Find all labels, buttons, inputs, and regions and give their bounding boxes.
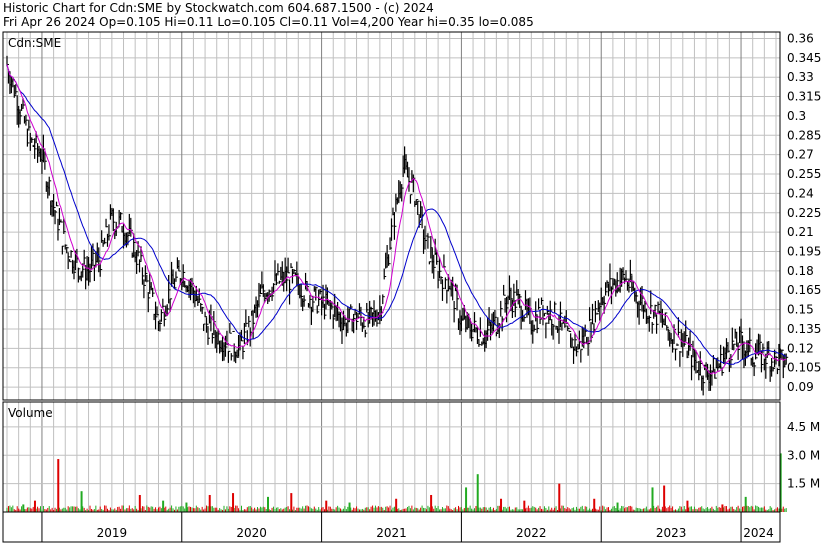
price-y-tick-18: 0.09: [787, 380, 814, 394]
volume-y-axis: 4.5 M 3.0 M 1.5 M: [787, 420, 820, 491]
price-y-tick-13: 0.165: [787, 283, 821, 297]
volume-panel-title: Volume: [8, 406, 53, 420]
price-y-tick-12: 0.18: [787, 264, 814, 278]
x-tick-2020: 2020: [236, 526, 267, 540]
volume-y-tick-2: 1.5 M: [787, 477, 820, 491]
price-y-tick-7: 0.255: [787, 167, 821, 181]
price-panel-title: Cdn:SME: [8, 36, 61, 50]
x-tick-2019: 2019: [97, 526, 128, 540]
price-y-tick-4: 0.3: [787, 109, 806, 123]
price-y-tick-16: 0.12: [787, 341, 814, 355]
price-volume-chart: 0.36 0.345 0.33 0.315 0.3 0.285 0.27 0.255 0.24 0…: [2, 31, 821, 543]
price-y-tick-0: 0.36: [787, 31, 814, 45]
price-y-tick-5: 0.285: [787, 128, 821, 142]
price-y-tick-9: 0.225: [787, 206, 821, 220]
price-y-tick-6: 0.27: [787, 148, 814, 162]
price-y-tick-10: 0.21: [787, 225, 814, 239]
volume-y-tick-0: 4.5 M: [787, 420, 820, 434]
price-y-tick-8: 0.24: [787, 186, 814, 200]
x-tick-2021: 2021: [376, 526, 407, 540]
x-tick-2022: 2022: [516, 526, 547, 540]
price-y-tick-15: 0.135: [787, 322, 821, 336]
price-y-tick-1: 0.345: [787, 51, 821, 65]
price-y-tick-3: 0.315: [787, 90, 821, 104]
price-y-tick-14: 0.15: [787, 303, 814, 317]
price-y-tick-2: 0.33: [787, 70, 814, 84]
x-tick-2024: 2024: [743, 526, 774, 540]
price-y-axis: 0.36 0.345 0.33 0.315 0.3 0.285 0.27 0.255 0.24 0…: [787, 31, 821, 394]
volume-y-tick-1: 3.0 M: [787, 448, 820, 462]
price-y-tick-11: 0.195: [787, 245, 821, 259]
price-y-tick-17: 0.105: [787, 361, 821, 375]
x-axis: 2019 2020 2021 2022 2023 2024: [41, 512, 774, 542]
x-tick-2023: 2023: [656, 526, 687, 540]
